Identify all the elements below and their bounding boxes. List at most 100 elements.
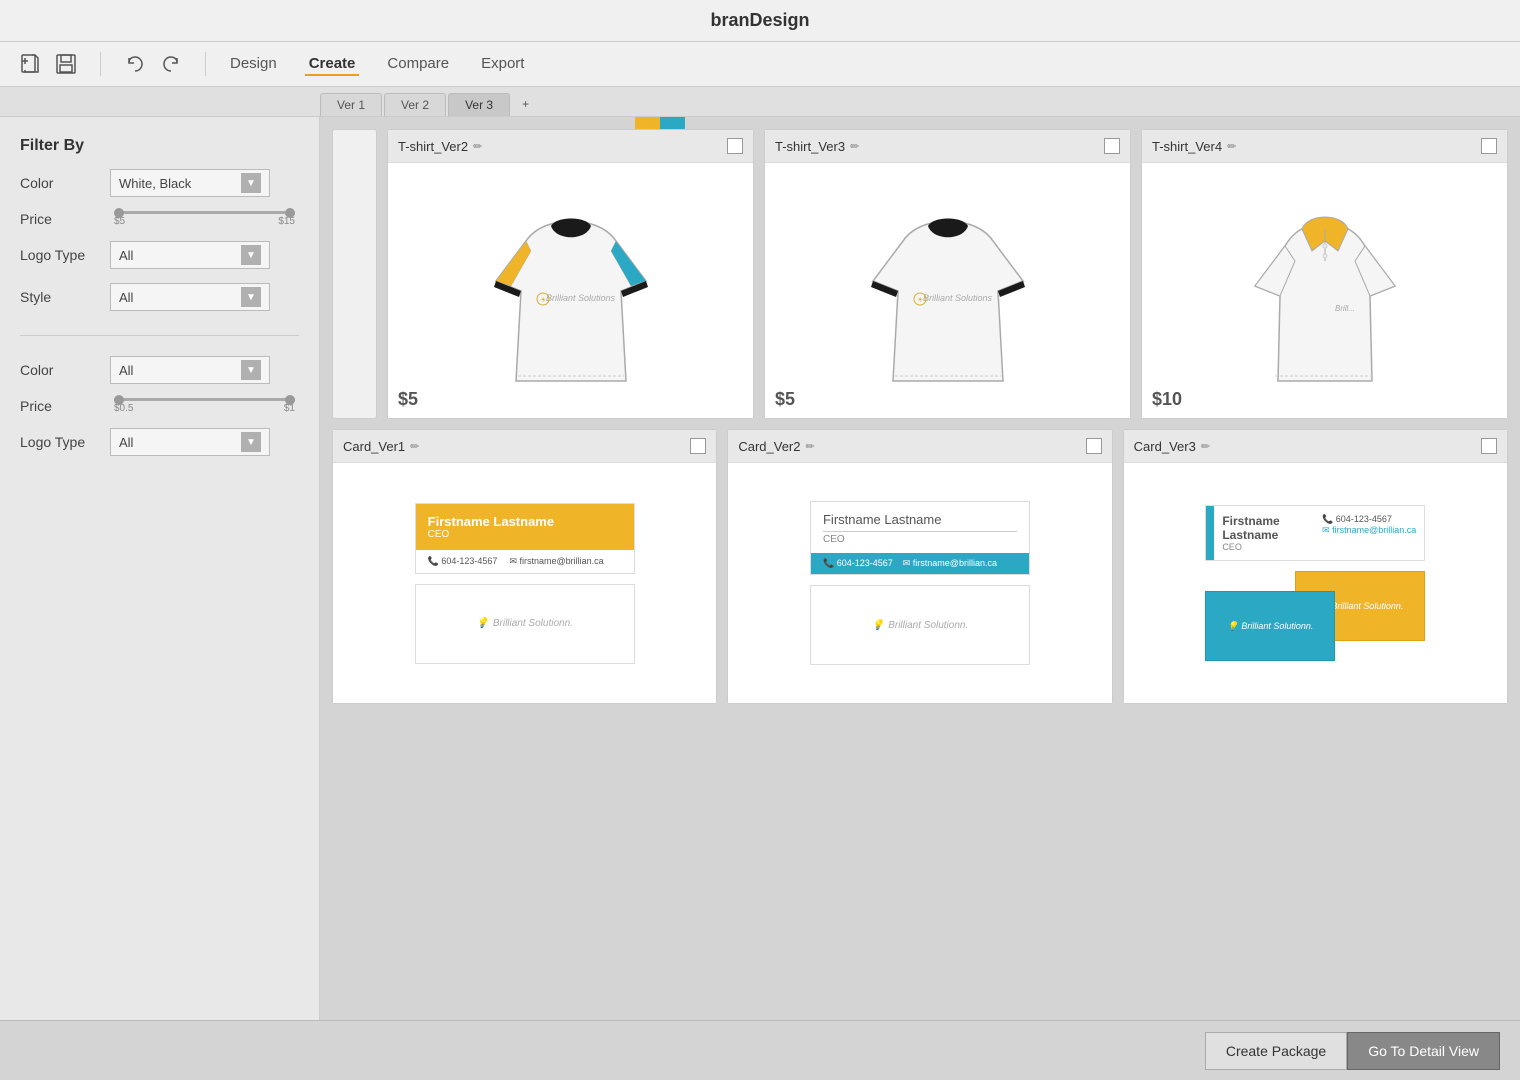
card-ver2-contact: 📞 604-123-4567 ✉ firstname@brillian.ca xyxy=(811,553,1029,574)
card-ver2-checkbox[interactable] xyxy=(1086,438,1102,454)
color-select[interactable]: White, Black ▼ xyxy=(110,169,270,197)
history-tools xyxy=(121,50,185,78)
filter-title: Filter By xyxy=(20,137,299,155)
price-label: Price xyxy=(20,211,110,227)
style-label: Style xyxy=(20,289,110,305)
card-ver3-checkbox[interactable] xyxy=(1481,438,1497,454)
toolbar-divider-2 xyxy=(205,52,206,76)
card-ver1-image: Firstname Lastname CEO 📞 604-123-4567 ✉ … xyxy=(333,463,716,703)
ver-tab-1[interactable]: Ver 1 xyxy=(320,93,382,116)
ver-tab-3[interactable]: Ver 3 xyxy=(448,93,510,116)
color-select-arrow: ▼ xyxy=(241,173,261,193)
card-ver1-logo-text: Brilliant Solutionn. xyxy=(493,618,573,629)
style-select[interactable]: All ▼ xyxy=(110,283,270,311)
card-ver2-front: Firstname Lastname CEO 📞 604-123-4567 ✉ … xyxy=(810,501,1030,575)
nav-tabs: Design Create Compare Export xyxy=(226,53,528,76)
svg-text:Brilliant Solutions: Brilliant Solutions xyxy=(923,293,993,303)
card-ver1-edit-icon[interactable]: ✏ xyxy=(410,440,419,453)
tshirt-ver4-checkbox[interactable] xyxy=(1481,138,1497,154)
tshirt-ver4-card: T-shirt_Ver4 ✏ xyxy=(1141,129,1508,419)
price-slider-thumb-max[interactable] xyxy=(285,208,295,218)
card-ver1-person-name: Firstname Lastname xyxy=(428,514,622,529)
price-slider-thumb-min[interactable] xyxy=(114,208,124,218)
card-ver3-back-area: 💡 Brilliant Solutionn. 💡 Brilliant Solut… xyxy=(1205,571,1425,661)
card-ver2-email: ✉ firstname@brillian.ca xyxy=(903,558,997,569)
card-price-filter-row: Price $0.5 $1 xyxy=(20,398,299,414)
card-ver1-checkbox[interactable] xyxy=(690,438,706,454)
card-ver1-job-title: CEO xyxy=(428,529,622,540)
tshirt-ver3-image: Brilliant Solutions ☀ $5 xyxy=(765,163,1130,418)
price-filter-row: Price $5 $15 xyxy=(20,211,299,227)
tab-export[interactable]: Export xyxy=(477,53,528,76)
tshirt-ver2-checkbox[interactable] xyxy=(727,138,743,154)
card-ver3-edit-icon[interactable]: ✏ xyxy=(1201,440,1210,453)
tshirt-ver2-card: T-shirt_Ver2 ✏ xyxy=(387,129,754,419)
card-price-label: Price xyxy=(20,398,110,414)
card-ver1-name: Card_Ver1 ✏ xyxy=(343,439,419,454)
undo-icon[interactable] xyxy=(121,50,149,78)
card-color-select[interactable]: All ▼ xyxy=(110,356,270,384)
logotype-select[interactable]: All ▼ xyxy=(110,241,270,269)
card-ver2-edit-icon[interactable]: ✏ xyxy=(805,440,814,453)
redo-icon[interactable] xyxy=(157,50,185,78)
product-content: T-shirt_Ver2 ✏ xyxy=(320,117,1520,1038)
card-price-slider-track xyxy=(114,398,295,401)
tshirt-ver2-edit-icon[interactable]: ✏ xyxy=(473,140,482,153)
card-ver1-logo: 💡 Brilliant Solutionn. xyxy=(476,618,573,629)
card-ver2-logo-icon: 💡 xyxy=(872,620,884,631)
sidebar: Filter By Color White, Black ▼ Price xyxy=(0,117,320,1038)
tshirt-ver4-image: Brill... $10 xyxy=(1142,163,1507,418)
tshirt-ver3-header: T-shirt_Ver3 ✏ xyxy=(765,130,1130,163)
card-ver2-contact-info: 📞 604-123-4567 ✉ firstname@brillian.ca xyxy=(823,558,1017,569)
detail-view-button[interactable]: Go To Detail View xyxy=(1347,1032,1500,1070)
tshirt-ver3-name: T-shirt_Ver3 ✏ xyxy=(775,139,859,154)
card-color-select-arrow: ▼ xyxy=(241,360,261,380)
tshirt-ver2-header: T-shirt_Ver2 ✏ xyxy=(388,130,753,163)
card-ver3-name: Card_Ver3 ✏ xyxy=(1134,439,1210,454)
tshirt-ver3-card: T-shirt_Ver3 ✏ Brilliant Solutions ☀ xyxy=(764,129,1131,419)
tshirt-filter-section: Filter By Color White, Black ▼ Price xyxy=(20,137,299,311)
tshirt-ver3-checkbox[interactable] xyxy=(1104,138,1120,154)
card-ver3-email: ✉ firstname@brillian.ca xyxy=(1322,525,1416,536)
card-ver1-back: 💡 Brilliant Solutionn. xyxy=(415,584,635,664)
ver-tab-add[interactable]: + xyxy=(512,93,539,116)
tab-design[interactable]: Design xyxy=(226,53,281,76)
card-ver2-phone: 📞 604-123-4567 xyxy=(823,558,893,569)
tab-create[interactable]: Create xyxy=(305,53,360,76)
card-ver2-logo: 💡 Brilliant Solutionn. xyxy=(872,620,969,631)
card-logotype-label: Logo Type xyxy=(20,434,110,450)
svg-text:Brill...: Brill... xyxy=(1335,304,1355,313)
tshirt-ver2-name: T-shirt_Ver2 ✏ xyxy=(398,139,482,154)
ver-tab-2[interactable]: Ver 2 xyxy=(384,93,446,116)
card-ver3-header: Card_Ver3 ✏ xyxy=(1124,430,1507,463)
svg-text:Brilliant Solutions: Brilliant Solutions xyxy=(546,293,616,303)
card-price-slider-thumb-min[interactable] xyxy=(114,395,124,405)
new-file-icon[interactable] xyxy=(16,50,44,78)
title-bar: branDesign xyxy=(0,0,1520,42)
price-slider-labels: $5 $15 xyxy=(110,216,299,227)
section-divider xyxy=(20,335,299,336)
main-area: Filter By Color White, Black ▼ Price xyxy=(0,117,1520,1038)
card-ver2-name: Card_Ver2 ✏ xyxy=(738,439,814,454)
card-ver1-phone: 📞 604-123-4567 xyxy=(428,556,498,567)
card-ver2-job-title: CEO xyxy=(823,532,1017,545)
logotype-select-value: All xyxy=(119,248,133,263)
card-color-filter-row: Color All ▼ xyxy=(20,356,299,384)
card-logotype-filter-row: Logo Type All ▼ xyxy=(20,428,299,456)
tshirt-ver4-edit-icon[interactable]: ✏ xyxy=(1227,140,1236,153)
tshirt-ver4-price: $10 xyxy=(1152,389,1182,410)
card-price-slider-thumb-max[interactable] xyxy=(285,395,295,405)
tab-compare[interactable]: Compare xyxy=(383,53,453,76)
create-package-button[interactable]: Create Package xyxy=(1205,1032,1347,1070)
price-slider[interactable]: $5 $15 xyxy=(110,211,299,227)
card-logotype-select[interactable]: All ▼ xyxy=(110,428,270,456)
save-icon[interactable] xyxy=(52,50,80,78)
card-ver3-front: FirstnameLastname CEO 📞 604-123-4567 ✉ f… xyxy=(1205,505,1425,561)
card-ver3-contact: 📞 604-123-4567 ✉ firstname@brillian.ca xyxy=(1314,506,1424,560)
card-ver3-logo-text-yellow: Brilliant Solutionn. xyxy=(1331,601,1403,611)
file-tools xyxy=(16,50,80,78)
tshirt-ver3-edit-icon[interactable]: ✏ xyxy=(850,140,859,153)
card-ver3-card: Card_Ver3 ✏ FirstnameLastname CEO xyxy=(1123,429,1508,704)
card-price-slider[interactable]: $0.5 $1 xyxy=(110,398,299,414)
price-slider-fill xyxy=(114,211,295,214)
